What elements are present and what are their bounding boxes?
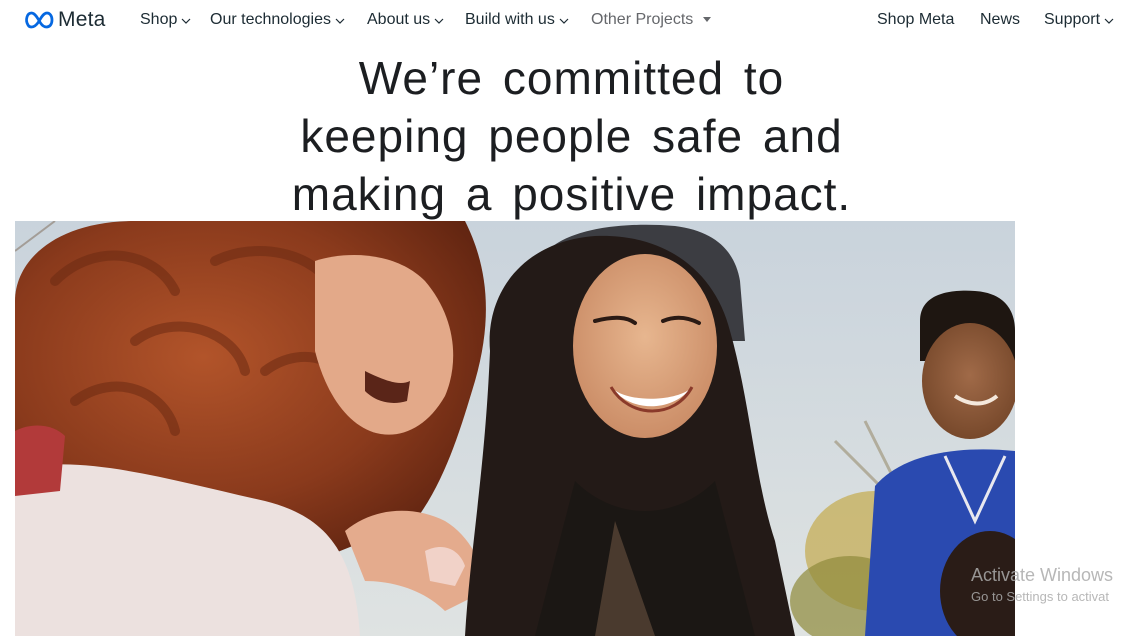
- chevron-down-icon: [335, 18, 345, 24]
- nav-news-label: News: [980, 11, 1021, 28]
- headline-line: We’re committed to: [358, 52, 785, 104]
- nav-news[interactable]: News: [980, 10, 1020, 30]
- meta-infinity-logo-icon: [25, 11, 54, 29]
- brand-name: Meta: [58, 8, 106, 31]
- headline-line: keeping people safe and: [300, 110, 843, 162]
- nav-support[interactable]: Support: [1044, 10, 1114, 30]
- top-navigation: Meta Shop Our technologies About us Buil…: [0, 0, 1132, 40]
- meta-logo[interactable]: Meta: [24, 8, 106, 32]
- chevron-down-icon: [434, 18, 444, 24]
- nav-our-technologies-label: Our technologies: [210, 11, 331, 28]
- meta-homepage: Meta Shop Our technologies About us Buil…: [0, 0, 1132, 636]
- hero-headline: We’re committed to keeping people safe a…: [200, 49, 943, 223]
- nav-shop-meta-label: Shop Meta: [877, 11, 955, 28]
- headline-line: making a positive impact.: [291, 168, 852, 220]
- chevron-down-icon: [181, 18, 191, 24]
- nav-support-label: Support: [1044, 11, 1101, 28]
- nav-shop-label: Shop: [140, 11, 178, 28]
- nav-about-us[interactable]: About us: [367, 10, 444, 30]
- nav-shop-meta[interactable]: Shop Meta: [877, 10, 954, 30]
- nav-our-technologies[interactable]: Our technologies: [210, 10, 345, 30]
- nav-other-projects-label: Other Projects: [591, 11, 694, 28]
- nav-about-us-label: About us: [367, 11, 431, 28]
- chevron-down-icon: [559, 18, 569, 24]
- chevron-down-icon: [1104, 18, 1114, 24]
- nav-other-projects[interactable]: Other Projects: [591, 10, 712, 30]
- caret-down-icon: [703, 17, 712, 22]
- nav-build-with-us[interactable]: Build with us: [465, 10, 569, 30]
- nav-build-with-us-label: Build with us: [465, 11, 555, 28]
- hero-photo-illustration: [15, 221, 1015, 636]
- hero-photo: [15, 221, 1015, 636]
- nav-shop[interactable]: Shop: [140, 10, 191, 30]
